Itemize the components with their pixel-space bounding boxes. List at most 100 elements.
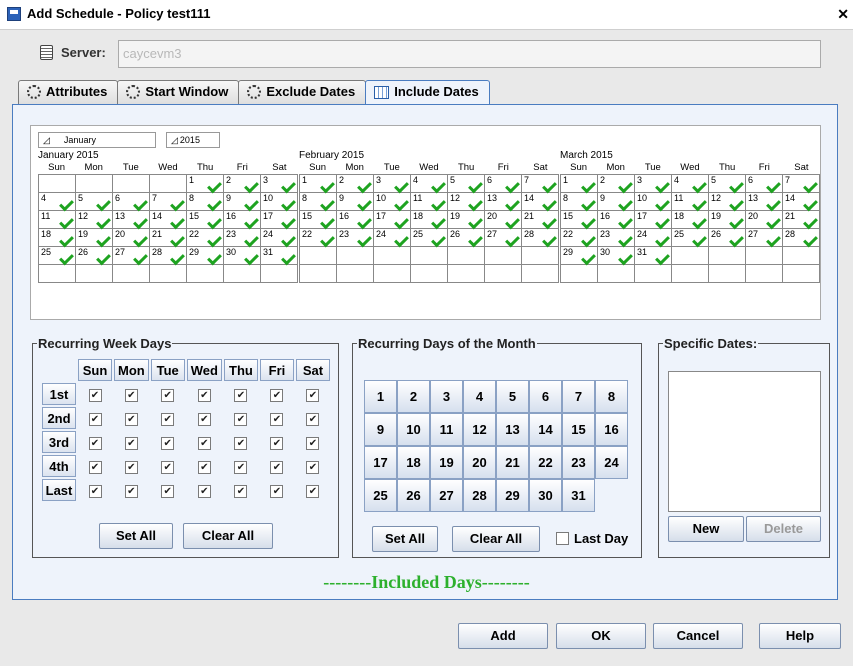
- calendar-day[interactable]: 29: [561, 247, 598, 266]
- calendar-day[interactable]: 2: [337, 175, 374, 194]
- month-day-button[interactable]: 10: [397, 413, 430, 446]
- weekday-checkbox[interactable]: ✔: [88, 460, 102, 474]
- calendar-day[interactable]: 18: [672, 211, 709, 230]
- month-day-button[interactable]: 11: [430, 413, 463, 446]
- calendar-day[interactable]: 26: [76, 247, 113, 266]
- calendar-day[interactable]: 4: [672, 175, 709, 194]
- calendar-day[interactable]: 18: [39, 229, 76, 248]
- weekday-checkbox[interactable]: ✔: [88, 388, 102, 402]
- weekday-checkbox[interactable]: ✔: [161, 460, 175, 474]
- calendar-day[interactable]: 21: [522, 211, 559, 230]
- calendar-day[interactable]: 3: [635, 175, 672, 194]
- calendar-day[interactable]: 13: [485, 193, 522, 212]
- weekday-column-header[interactable]: Sat: [295, 359, 330, 381]
- calendar-day[interactable]: 2: [598, 175, 635, 194]
- month-day-button[interactable]: 23: [562, 446, 595, 479]
- weekday-checkbox[interactable]: ✔: [161, 388, 175, 402]
- calendar-day[interactable]: 20: [113, 229, 150, 248]
- calendar-day[interactable]: 27: [746, 229, 783, 248]
- calendar-day[interactable]: 7: [783, 175, 820, 194]
- new-date-button[interactable]: New: [668, 516, 744, 542]
- month-day-button[interactable]: 19: [430, 446, 463, 479]
- calendar-day[interactable]: 13: [746, 193, 783, 212]
- calendar-day[interactable]: 10: [261, 193, 298, 212]
- weekday-column-header[interactable]: Thu: [223, 359, 258, 381]
- calendar-day[interactable]: 12: [76, 211, 113, 230]
- weekday-column-header[interactable]: Sun: [78, 359, 112, 381]
- month-day-button[interactable]: 5: [496, 380, 529, 413]
- month-day-button[interactable]: 8: [595, 380, 628, 413]
- calendar-day[interactable]: 16: [337, 211, 374, 230]
- month-day-button[interactable]: 29: [496, 479, 529, 512]
- calendar-day[interactable]: 28: [150, 247, 187, 266]
- weekday-checkbox[interactable]: ✔: [124, 460, 138, 474]
- calendar-day[interactable]: 24: [261, 229, 298, 248]
- weekday-checkbox[interactable]: ✔: [270, 412, 284, 426]
- weekday-checkbox[interactable]: ✔: [124, 484, 138, 498]
- weekday-checkbox[interactable]: ✔: [234, 388, 248, 402]
- calendar-day[interactable]: 8: [187, 193, 224, 212]
- week-clear-all-button[interactable]: Clear All: [183, 523, 273, 549]
- tab-attributes[interactable]: Attributes: [18, 80, 119, 104]
- calendar-day[interactable]: 3: [261, 175, 298, 194]
- weekday-checkbox[interactable]: ✔: [270, 388, 284, 402]
- calendar-day[interactable]: 7: [522, 175, 559, 194]
- calendar-day[interactable]: 19: [709, 211, 746, 230]
- calendar-day[interactable]: 9: [337, 193, 374, 212]
- calendar-day[interactable]: 16: [598, 211, 635, 230]
- weekday-checkbox[interactable]: ✔: [124, 436, 138, 450]
- month-select[interactable]: ◿ January: [38, 132, 156, 148]
- month-day-button[interactable]: 17: [364, 446, 397, 479]
- weekday-checkbox[interactable]: ✔: [306, 412, 320, 426]
- calendar-day[interactable]: 21: [783, 211, 820, 230]
- month-day-button[interactable]: 13: [496, 413, 529, 446]
- month-day-button[interactable]: 7: [562, 380, 595, 413]
- calendar-day[interactable]: 1: [561, 175, 598, 194]
- calendar-day[interactable]: 26: [448, 229, 485, 248]
- calendar-day[interactable]: 10: [635, 193, 672, 212]
- close-icon[interactable]: ✕: [837, 6, 849, 23]
- calendar-day[interactable]: 10: [374, 193, 411, 212]
- weekday-column-header[interactable]: Mon: [114, 359, 149, 381]
- week-row-header[interactable]: 4th: [42, 455, 76, 477]
- weekday-checkbox[interactable]: ✔: [306, 484, 320, 498]
- calendar-day[interactable]: 15: [561, 211, 598, 230]
- month-day-button[interactable]: 18: [397, 446, 430, 479]
- weekday-checkbox[interactable]: ✔: [124, 412, 138, 426]
- calendar-day[interactable]: 13: [113, 211, 150, 230]
- weekday-checkbox[interactable]: ✔: [88, 436, 102, 450]
- weekday-checkbox[interactable]: ✔: [197, 436, 211, 450]
- week-row-header[interactable]: 2nd: [42, 407, 76, 429]
- weekday-column-header[interactable]: Fri: [259, 359, 294, 381]
- weekday-checkbox[interactable]: ✔: [197, 388, 211, 402]
- server-field[interactable]: caycevm3: [118, 40, 821, 68]
- calendar-day[interactable]: 6: [113, 193, 150, 212]
- weekday-checkbox[interactable]: ✔: [270, 436, 284, 450]
- calendar-day[interactable]: 1: [187, 175, 224, 194]
- calendar-day[interactable]: 11: [672, 193, 709, 212]
- calendar-day[interactable]: 26: [709, 229, 746, 248]
- calendar-day[interactable]: 5: [709, 175, 746, 194]
- month-day-button[interactable]: 25: [364, 479, 397, 512]
- calendar-day[interactable]: 9: [224, 193, 261, 212]
- calendar-day[interactable]: 31: [635, 247, 672, 266]
- week-row-header[interactable]: 3rd: [42, 431, 76, 453]
- calendar-day[interactable]: 27: [485, 229, 522, 248]
- calendar-day[interactable]: 14: [522, 193, 559, 212]
- month-day-button[interactable]: 12: [463, 413, 496, 446]
- calendar-day[interactable]: 16: [224, 211, 261, 230]
- help-button[interactable]: Help: [759, 623, 841, 649]
- ok-button[interactable]: OK: [556, 623, 646, 649]
- month-set-all-button[interactable]: Set All: [372, 526, 438, 552]
- calendar-day[interactable]: 22: [187, 229, 224, 248]
- month-day-button[interactable]: 31: [562, 479, 595, 512]
- calendar-day[interactable]: 5: [448, 175, 485, 194]
- calendar-day[interactable]: 25: [411, 229, 448, 248]
- calendar-day[interactable]: 24: [635, 229, 672, 248]
- week-set-all-button[interactable]: Set All: [99, 523, 173, 549]
- tab-include-dates[interactable]: Include Dates: [365, 80, 490, 105]
- weekday-checkbox[interactable]: ✔: [161, 484, 175, 498]
- calendar-day[interactable]: 1: [300, 175, 337, 194]
- month-day-button[interactable]: 28: [463, 479, 496, 512]
- calendar-day[interactable]: 9: [598, 193, 635, 212]
